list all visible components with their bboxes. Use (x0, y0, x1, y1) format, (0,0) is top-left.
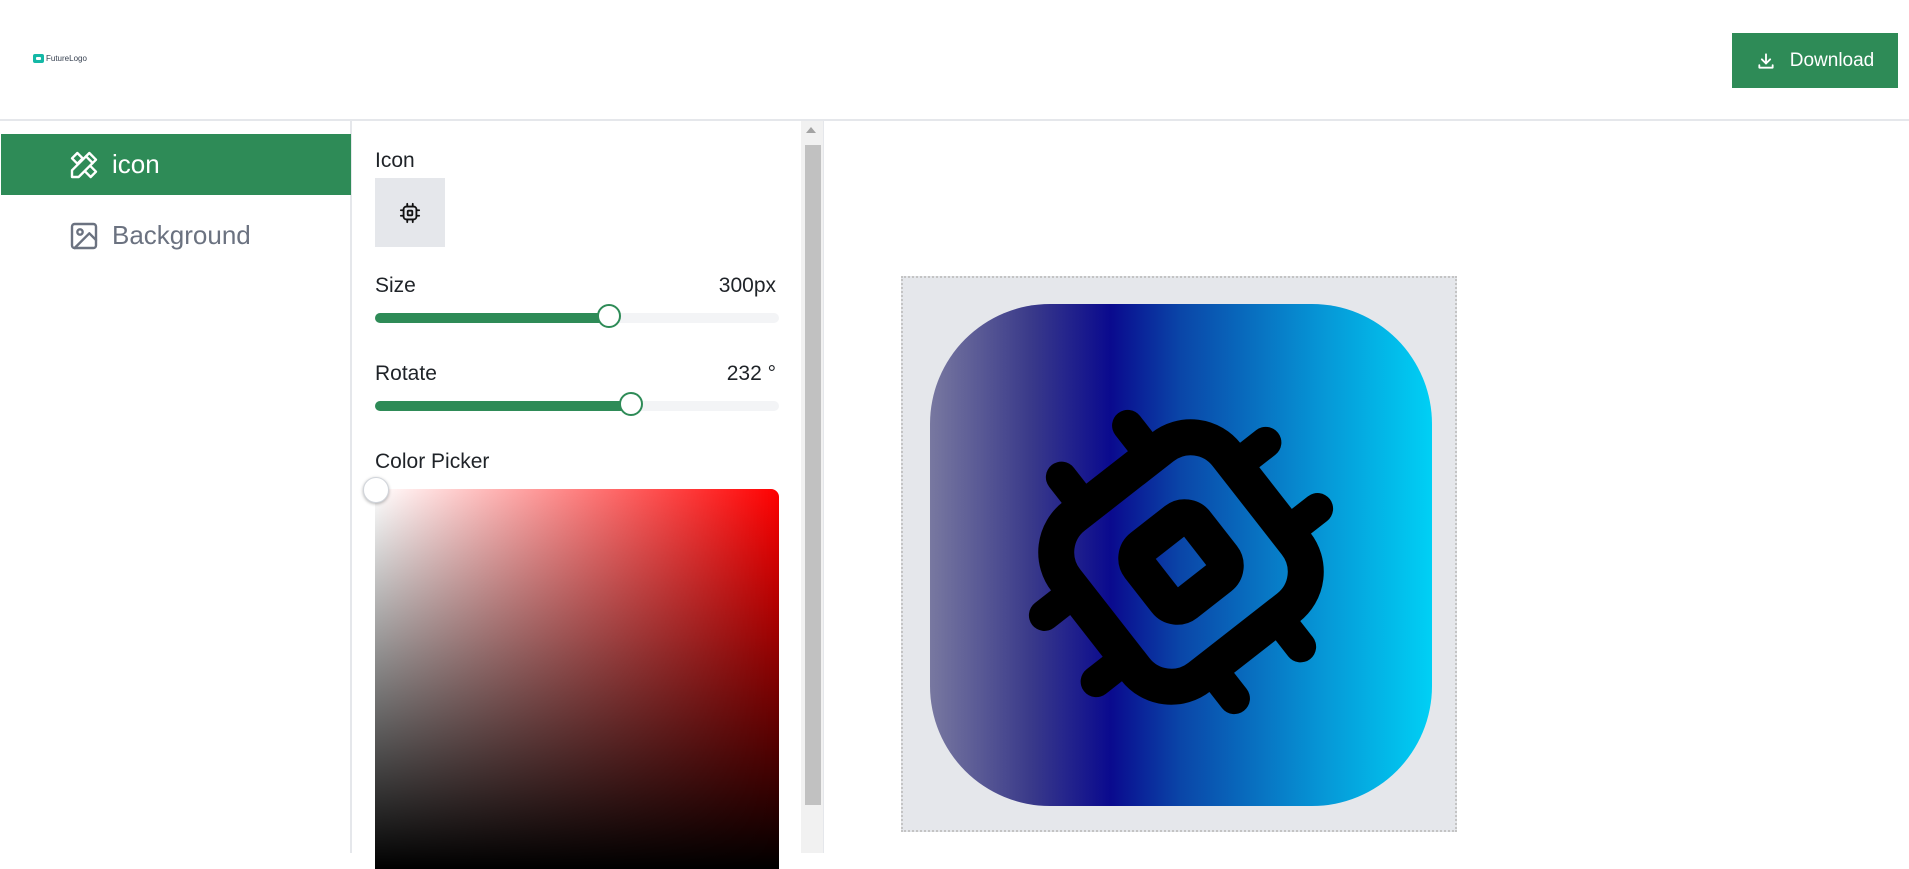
logo: FutureLogo (33, 54, 87, 63)
color-picker-thumb[interactable] (363, 477, 389, 503)
rotate-slider-thumb[interactable] (619, 392, 644, 416)
settings-panel: Icon Size 300px Rotate 232 ° Color Picke… (352, 121, 824, 869)
logo-text: FutureLogo (46, 54, 87, 63)
logo-background-shape (930, 304, 1432, 806)
top-header: FutureLogo Download (0, 0, 1909, 121)
sidebar-item-icon[interactable]: icon (1, 134, 351, 195)
color-picker-label: Color Picker (375, 450, 490, 473)
sidebar: icon Background (0, 121, 352, 853)
cpu-icon (1028, 409, 1334, 715)
scroll-up-arrow-icon[interactable] (806, 127, 816, 133)
icon-section-label: Icon (375, 149, 415, 172)
size-slider-fill (375, 313, 610, 323)
size-label: Size (375, 274, 416, 297)
logo-preview-canvas (901, 276, 1457, 832)
rotate-label: Rotate (375, 362, 437, 385)
cpu-icon (399, 202, 421, 223)
download-label: Download (1789, 49, 1875, 71)
size-slider[interactable] (375, 304, 779, 328)
sidebar-item-label: Background (112, 220, 251, 250)
scrollbar-thumb[interactable] (805, 145, 821, 805)
icon-selector-button[interactable] (375, 178, 445, 247)
rotate-slider-fill (375, 401, 632, 411)
logo-icon (33, 54, 44, 63)
sidebar-item-background[interactable]: Background (1, 205, 351, 266)
rotate-slider[interactable] (375, 392, 779, 416)
sidebar-item-label: icon (112, 149, 160, 179)
panel-scrollbar[interactable] (801, 121, 823, 853)
download-button[interactable]: Download (1732, 33, 1898, 88)
size-value: 300px (718, 274, 776, 297)
color-picker-area[interactable] (363, 477, 779, 869)
rotate-value: 232 ° (726, 362, 776, 385)
pencil-ruler-icon (70, 151, 98, 178)
download-icon (1758, 52, 1774, 69)
image-icon (70, 222, 98, 249)
size-slider-thumb[interactable] (597, 304, 622, 328)
